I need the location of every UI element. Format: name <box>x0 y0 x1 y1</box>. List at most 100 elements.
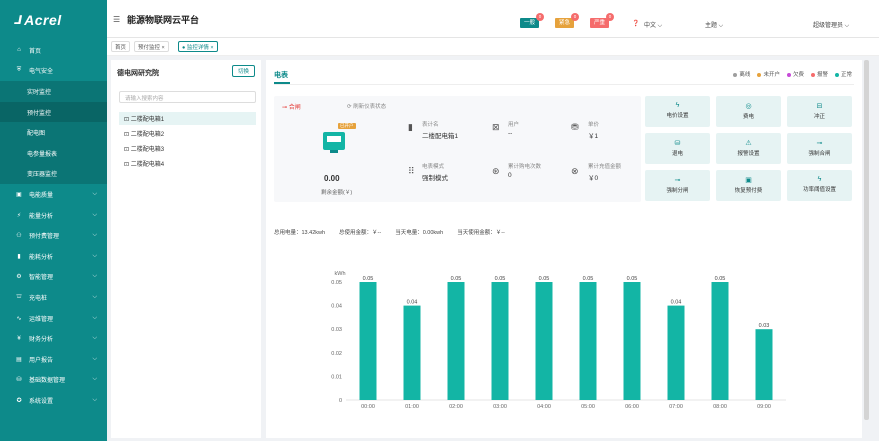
sidebar-item[interactable]: 变压器监控 <box>0 163 107 185</box>
action-button[interactable]: ⚠ 报警设置 <box>716 133 781 164</box>
wave-icon: ∿ <box>16 315 22 322</box>
action-button[interactable]: ⛁ 退电 <box>645 133 710 164</box>
legend-dot-icon <box>733 72 738 77</box>
legend-item: 正常 <box>834 70 852 78</box>
sidebar-item[interactable]: ▮ 能耗分析 ⌵ <box>0 246 107 267</box>
tag-home[interactable]: 首页 <box>111 41 131 52</box>
station-icon: ⛫ <box>16 294 22 301</box>
data-label: 0.05 <box>495 276 506 282</box>
language-select[interactable]: 中文 ⌵ <box>644 20 662 30</box>
x-tick-label: 05:00 <box>581 404 595 410</box>
sidebar-item[interactable]: ✪ 系统设置 ⌵ <box>0 390 107 411</box>
sidebar-item[interactable]: ⚇ 预付费管理 ⌵ <box>0 225 107 246</box>
action-button[interactable]: ⊸ 强制合闸 <box>787 133 852 164</box>
sidebar-item[interactable]: 预付监控 <box>0 101 107 123</box>
y-tick-label: 0.01 <box>331 374 342 380</box>
alarm-count: 0 <box>606 13 615 21</box>
sidebar-item[interactable]: ▤ 用户报告 ⌵ <box>0 349 107 370</box>
sidebar-item-label: 电能质量 <box>29 192 54 199</box>
data-label: 0.04 <box>671 300 682 306</box>
chevron-down-icon: ⌵ <box>92 314 97 321</box>
bar <box>491 282 509 400</box>
tag-prepay-monitor[interactable]: 预付监控 × <box>134 41 169 52</box>
refresh-status-button[interactable]: ⟳ 刷新仪表状态 <box>347 102 386 110</box>
legend-item: 报警 <box>810 70 828 78</box>
sidebar-item[interactable]: ⛁ 基础数据管理 ⌵ <box>0 370 107 391</box>
action-button[interactable]: ▣ 恢复预付费 <box>716 170 781 201</box>
x-tick-label: 02:00 <box>449 404 463 410</box>
sidebar-item[interactable]: ⌂ 首页 <box>0 40 107 61</box>
sidebar-item[interactable]: ⛫ 充电桩 ⌵ <box>0 287 107 308</box>
action-button[interactable]: ϟ 电价设置 <box>645 96 710 127</box>
x-tick-label: 04:00 <box>537 404 551 410</box>
legend-dot-icon <box>786 72 791 77</box>
meter-status-tag: 已开户 <box>338 123 356 129</box>
switch-button[interactable]: 切换 <box>231 65 255 77</box>
sidebar-item-label: 配电图 <box>27 131 46 138</box>
data-label: 0.03 <box>759 323 770 329</box>
sidebar-item[interactable]: ▣ 电能质量 ⌵ <box>0 184 107 205</box>
sidebar-item[interactable]: ¥ 财务分析 ⌵ <box>0 328 107 349</box>
sidebar-item-label: 实时监控 <box>27 89 52 96</box>
sidebar-item-label: 用户报告 <box>29 357 54 364</box>
action-button[interactable]: ◎ 费电 <box>716 96 781 127</box>
chevron-down-icon: ⌵ <box>92 293 97 300</box>
data-label: 0.05 <box>539 276 550 282</box>
tree-search-input[interactable]: 请输入搜索内容 <box>119 91 256 103</box>
tree-item[interactable]: ⊡ 二楼配电箱2 <box>119 127 256 140</box>
total-amount: 总使用金额：￥-- <box>339 230 382 236</box>
theme-select[interactable]: 主题 ⌵ <box>705 20 723 30</box>
sidebar-item[interactable]: ⚡ 能量分析 ⌵ <box>0 205 107 226</box>
sidebar-item[interactable]: 电参量报表 <box>0 142 107 164</box>
tree-item[interactable]: ⊡ 二楼配电箱3 <box>119 142 256 155</box>
bar <box>667 305 685 400</box>
sidebar-item-label: 能耗分析 <box>29 254 54 261</box>
sidebar-item[interactable]: 配电图 <box>0 122 107 143</box>
sidebar-item-label: 充电桩 <box>29 295 48 302</box>
balance-value: 0.00 <box>324 174 340 183</box>
alarm-badge-button[interactable]: 一般 0 <box>520 13 545 28</box>
tab-meter[interactable]: 电表 <box>274 70 288 80</box>
x-tick-label: 09:00 <box>757 404 771 410</box>
tree-item[interactable]: ⊡ 二楼配电箱1 <box>119 112 256 125</box>
unit-price: 单价 ￥1 <box>588 122 600 140</box>
user-menu[interactable]: 超级管理员 ⌵ <box>813 20 849 30</box>
sidebar-item-label: 系统设置 <box>29 398 54 405</box>
menu-toggle-icon[interactable]: ☰ <box>113 15 120 24</box>
legend-item: 欠费 <box>786 70 804 78</box>
sidebar-item[interactable]: ∿ 运维管理 ⌵ <box>0 308 107 329</box>
sidebar-item-label: 能量分析 <box>29 213 54 220</box>
settings-icon: ✪ <box>16 397 22 404</box>
bar <box>447 282 465 400</box>
sidebar-item[interactable]: 实时监控 <box>0 81 107 102</box>
sidebar-item[interactable]: ⛨ 电气安全 <box>0 61 107 82</box>
action-icon: ⛁ <box>674 140 681 147</box>
legend-item: 未开户 <box>757 70 780 78</box>
bar <box>403 305 421 400</box>
action-button[interactable]: ⊟ 冲正 <box>787 96 852 127</box>
sidebar-item[interactable]: ⚙ 智能管理 ⌵ <box>0 267 107 288</box>
meter-name: 表计名 二楼配电箱1 <box>422 122 459 140</box>
report-icon: ▤ <box>16 356 22 363</box>
finance-icon: ¥ <box>17 335 21 342</box>
bar <box>579 282 597 400</box>
action-button[interactable]: ⊸ 强制分闸 <box>645 170 710 201</box>
alarm-badge-button[interactable]: 严重 0 <box>590 13 615 28</box>
x-tick-label: 00:00 <box>361 404 375 410</box>
action-button[interactable]: ϟ 功率阈值设置 <box>787 170 852 201</box>
sidebar-item-label: 电参量报表 <box>27 151 58 158</box>
y-tick-label: 0.02 <box>331 351 342 357</box>
tag-monitor-detail[interactable]: ● 监控详情 × <box>178 41 218 52</box>
scrollbar[interactable] <box>864 60 869 420</box>
action-icon: ϟ <box>675 102 680 109</box>
tree-item[interactable]: ⊡ 二楼配电箱4 <box>119 157 256 170</box>
bar <box>755 329 773 400</box>
action-icon: ◎ <box>745 103 752 110</box>
meter-name-icon: ▮ <box>408 122 413 132</box>
data-label: 0.05 <box>451 276 462 282</box>
x-tick-label: 06:00 <box>625 404 639 410</box>
bar <box>623 282 641 400</box>
help-icon[interactable]: ❓ <box>632 20 639 27</box>
alarm-badge-button[interactable]: 紧急 0 <box>555 13 580 28</box>
y-tick-label: 0.05 <box>331 280 342 286</box>
